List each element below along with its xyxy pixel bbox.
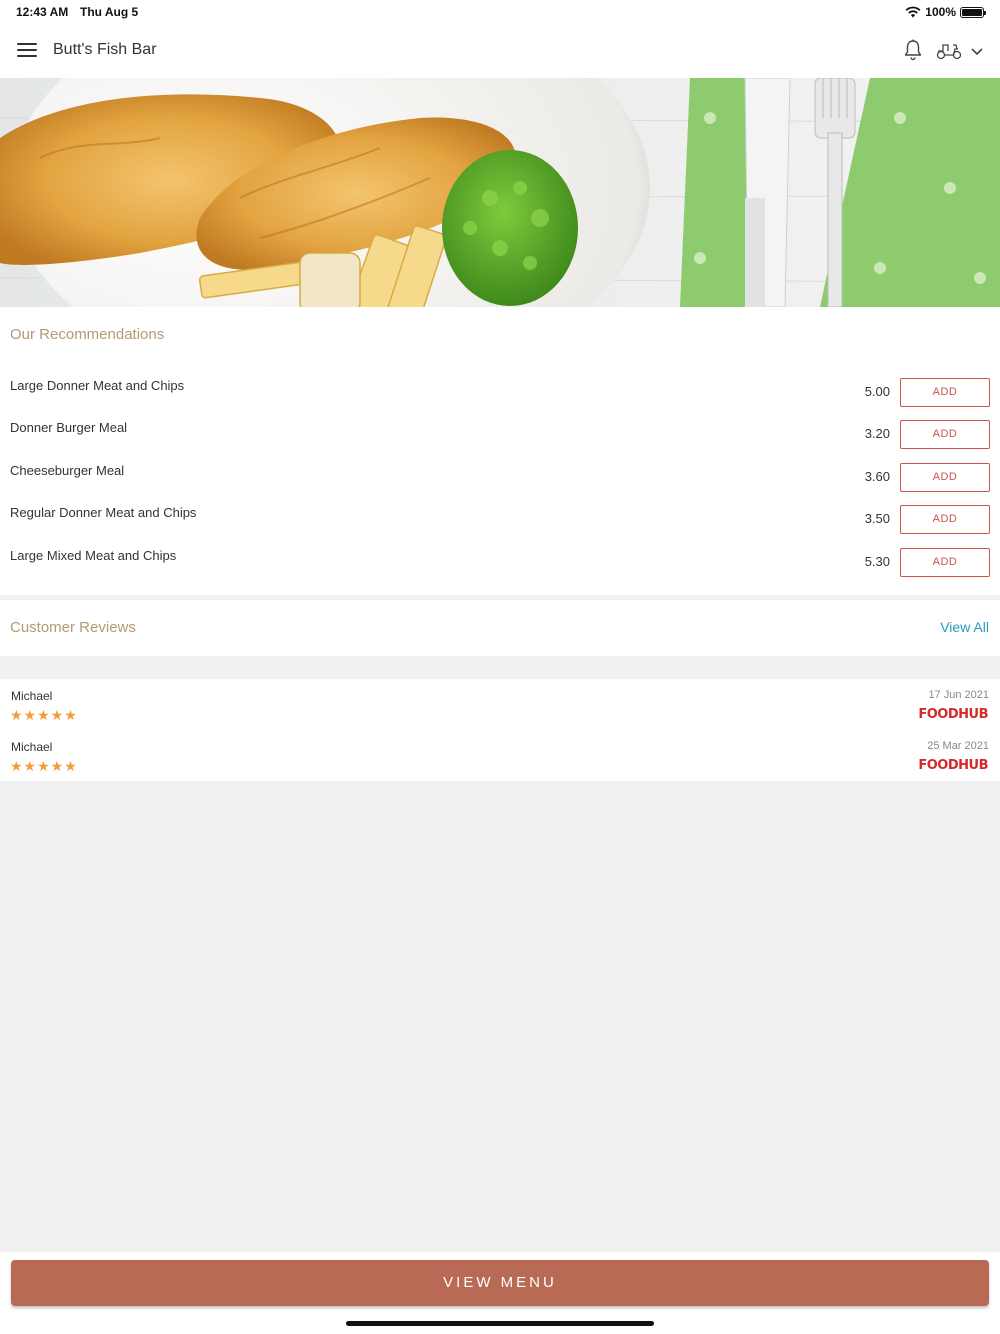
add-button[interactable]: ADD [900,420,990,449]
wifi-icon [905,6,921,18]
reviewer-name: Michael [11,740,53,754]
reviews-list: Michael ★★★★★ 17 Jun 2021 FOODHUB Michae… [0,679,1000,781]
recommendation-item: Cheeseburger Meal 3.60 ADD [0,463,1000,505]
item-price: 5.30 [864,554,890,569]
recommendation-item: Donner Burger Meal 3.20 ADD [0,420,1000,462]
home-indicator [346,1321,654,1326]
add-button[interactable]: ADD [900,463,990,492]
recommendations-section: Our Recommendations Large Donner Meat an… [0,307,1000,595]
item-name: Cheeseburger Meal [10,463,125,478]
view-menu-button[interactable]: VIEW MENU [11,1260,989,1306]
bottom-bar: VIEW MENU [0,1252,1000,1334]
view-all-link[interactable]: View All [940,619,989,635]
chevron-down-icon[interactable] [968,42,986,60]
app-header: Butt's Fish Bar [0,24,1000,78]
foodhub-logo: FOODHUB [918,758,988,773]
add-button[interactable]: ADD [900,548,990,577]
status-indicators: 100% [905,5,986,19]
item-price: 5.00 [864,384,890,399]
battery-percent: 100% [925,5,956,19]
reviewer-name: Michael [11,689,53,703]
item-name: Large Mixed Meat and Chips [10,548,177,563]
review-item: Michael ★★★★★ 17 Jun 2021 FOODHUB [0,679,1000,729]
item-name: Regular Donner Meat and Chips [10,505,197,520]
status-bar: 12:43 AM Thu Aug 5 100% [0,0,1000,24]
status-time: 12:43 AM [16,5,69,19]
review-date: 17 Jun 2021 [928,689,989,701]
item-price: 3.20 [864,426,890,441]
star-rating-icon: ★★★★★ [10,707,78,723]
hero-banner-image [0,78,1000,307]
item-name: Donner Burger Meal [10,420,128,435]
status-date: Thu Aug 5 [80,5,139,19]
item-price: 3.60 [864,469,890,484]
reviews-header: Customer Reviews View All [0,600,1000,656]
add-button[interactable]: ADD [900,378,990,407]
notification-bell-icon[interactable] [901,38,925,62]
item-name: Large Donner Meat and Chips [10,378,185,393]
recommendation-item: Regular Donner Meat and Chips 3.50 ADD [0,505,1000,547]
recommendation-item: Large Donner Meat and Chips 5.00 ADD [0,378,1000,420]
star-rating-icon: ★★★★★ [10,758,78,774]
recommendation-item: Large Mixed Meat and Chips 5.30 ADD [0,548,1000,590]
page-title: Butt's Fish Bar [53,41,157,58]
hamburger-menu-icon[interactable] [17,43,37,59]
recommendations-title: Our Recommendations [10,326,165,343]
add-button[interactable]: ADD [900,505,990,534]
delivery-scooter-icon[interactable] [935,39,963,61]
review-date: 25 Mar 2021 [927,740,989,752]
review-item: Michael ★★★★★ 25 Mar 2021 FOODHUB [0,730,1000,780]
item-price: 3.50 [864,511,890,526]
battery-icon [960,6,986,18]
foodhub-logo: FOODHUB [918,707,988,722]
reviews-title: Customer Reviews [10,619,136,636]
